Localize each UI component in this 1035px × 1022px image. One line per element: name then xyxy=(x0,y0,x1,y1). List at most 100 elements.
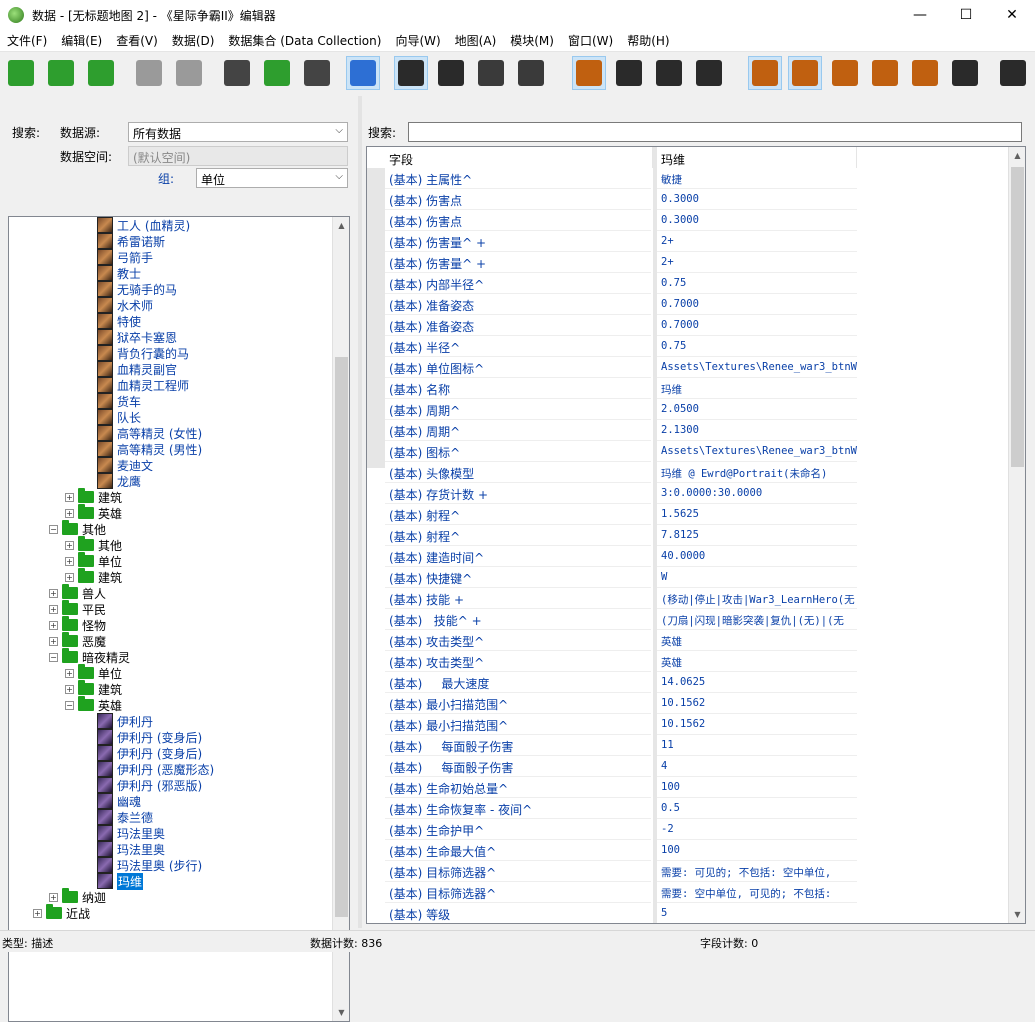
field-value-cell[interactable]: W xyxy=(657,567,857,588)
wizard-button[interactable] xyxy=(346,56,380,90)
tree-item[interactable]: 背负行囊的马 xyxy=(97,345,189,361)
field-value-cell[interactable]: 7.8125 xyxy=(657,525,857,546)
paste-button[interactable] xyxy=(300,56,334,90)
expand-icon[interactable]: + xyxy=(65,668,74,678)
column-header-value[interactable]: 玛维 xyxy=(657,147,857,168)
menu-item[interactable]: 向导(W) xyxy=(388,32,447,49)
expand-icon[interactable]: + xyxy=(49,892,58,902)
raw-data-button[interactable] xyxy=(692,56,726,90)
field-value-cell[interactable]: 0.7000 xyxy=(657,294,857,315)
menu-item[interactable]: 数据集合 (Data Collection) xyxy=(221,32,388,49)
tree-item[interactable]: + 英雄 xyxy=(65,504,122,521)
field-value-cell[interactable]: 需要: 空中单位, 可见的; 不包括: xyxy=(657,882,857,903)
save-button[interactable] xyxy=(84,56,118,90)
field-value-cell[interactable]: 0.3000 xyxy=(657,210,857,231)
field-value-cell[interactable]: 3:0.0000:30.0000 xyxy=(657,483,857,504)
data-tree[interactable]: ▲ ▼ 工人 (血精灵) 希雷诺斯 弓箭手 教士 无骑手的马 水术师 特使 狱卒卡塞恩 背负行囊… xyxy=(8,216,350,1022)
table-row[interactable]: (基本) 每面骰子伤害 4 xyxy=(367,756,1025,777)
menu-item[interactable]: 帮助(H) xyxy=(620,32,676,49)
field-value-cell[interactable]: 2.0500 xyxy=(657,399,857,420)
table-view-button[interactable] xyxy=(394,56,428,90)
field-value-cell[interactable]: 敏捷 xyxy=(657,168,857,189)
tree-item[interactable]: 工人 (血精灵) xyxy=(97,217,190,233)
search-input[interactable] xyxy=(408,122,1022,142)
table-row[interactable]: (基本) 最大速度 14.0625 xyxy=(367,672,1025,693)
field-value-cell[interactable]: (移动|停止|攻击|War3_LearnHero(无 xyxy=(657,588,857,609)
tree-item[interactable]: 血精灵工程师 xyxy=(97,377,189,393)
tree-item[interactable]: 伊利丹 (恶魔形态) xyxy=(97,761,214,777)
grid-button[interactable] xyxy=(788,56,822,90)
tree-item[interactable]: − 英雄 xyxy=(65,696,122,713)
field-value-cell[interactable]: 100 xyxy=(657,777,857,798)
field-value-cell[interactable]: 玛维 @ Ewrd@Portrait(未命名) xyxy=(657,462,857,483)
scroll-down-icon[interactable]: ▼ xyxy=(1009,906,1025,923)
field-value-cell[interactable]: -2 xyxy=(657,819,857,840)
field-value-cell[interactable]: 0.5 xyxy=(657,798,857,819)
field-value-cell[interactable]: 0.75 xyxy=(657,273,857,294)
field-value-cell[interactable]: 2+ xyxy=(657,231,857,252)
collapse-icon[interactable]: − xyxy=(49,652,58,662)
minimize-button[interactable]: — xyxy=(897,0,943,30)
xml-editor-button[interactable] xyxy=(948,56,982,90)
new-button[interactable] xyxy=(4,56,38,90)
expand-icon[interactable]: + xyxy=(49,620,58,630)
xml-button[interactable] xyxy=(652,56,686,90)
field-value-cell[interactable]: (刀扇|闪现|暗影突袭|复仇|(无)|(无 xyxy=(657,609,857,630)
field-value-cell[interactable]: 2.1300 xyxy=(657,420,857,441)
tree-item[interactable]: 伊利丹 (变身后) xyxy=(97,745,202,761)
table-row[interactable]: (基本) 半径^ 0.75 xyxy=(367,336,1025,357)
table-row[interactable]: (基本) 等级 5 xyxy=(367,903,1025,923)
tree-item[interactable]: 货车 xyxy=(97,393,141,409)
tree-item[interactable]: 弓箭手 xyxy=(97,249,153,265)
table-row[interactable]: (基本) 周期^ 2.0500 xyxy=(367,399,1025,420)
field-value-cell[interactable]: 2+ xyxy=(657,252,857,273)
table-row[interactable]: (基本) 攻击类型^ 英雄 xyxy=(367,630,1025,651)
expand-icon[interactable]: + xyxy=(65,492,74,502)
scroll-up-icon[interactable]: ▲ xyxy=(1009,147,1025,164)
undo-button[interactable] xyxy=(132,56,166,90)
expand-icon[interactable]: + xyxy=(65,684,74,694)
table-row[interactable]: (基本) 准备姿态 0.7000 xyxy=(367,315,1025,336)
book-button[interactable] xyxy=(748,56,782,90)
tree-item[interactable]: 玛法里奥 xyxy=(97,825,165,841)
table-row[interactable]: (基本) 最小扫描范围^ 10.1562 xyxy=(367,693,1025,714)
table-row[interactable]: (基本) 目标筛选器^ 需要: 空中单位, 可见的; 不包括: xyxy=(367,882,1025,903)
table-row[interactable]: (基本) 生命护甲^ -2 xyxy=(367,819,1025,840)
table-row[interactable]: (基本) 存货计数 + 3:0.0000:30.0000 xyxy=(367,483,1025,504)
menu-item[interactable]: 模块(M) xyxy=(503,32,561,49)
tree-item[interactable]: + 平民 xyxy=(49,600,106,617)
tree-item[interactable]: 泰兰德 xyxy=(97,809,153,825)
crystal-button[interactable] xyxy=(474,56,508,90)
tree-item[interactable]: 血精灵副官 xyxy=(97,361,177,377)
field-value-cell[interactable]: 0.7000 xyxy=(657,315,857,336)
tree-item[interactable]: 狱卒卡塞恩 xyxy=(97,329,177,345)
field-value-cell[interactable]: 10.1562 xyxy=(657,693,857,714)
tree-item[interactable]: 玛法里奥 (步行) xyxy=(97,857,202,873)
tree-item[interactable]: 龙鹰 xyxy=(97,473,141,489)
field-value-cell[interactable]: 0.3000 xyxy=(657,189,857,210)
tree-item[interactable]: + 其他 xyxy=(65,536,122,553)
tree-item[interactable]: 水术师 xyxy=(97,297,153,313)
table-row[interactable]: (基本) 伤害点 0.3000 xyxy=(367,189,1025,210)
tree-item[interactable]: + 纳迦 xyxy=(49,888,106,905)
tree-item[interactable]: − 其他 xyxy=(49,520,106,537)
tree-item[interactable]: 玛维 xyxy=(97,872,144,890)
tree-item[interactable]: − 暗夜精灵 xyxy=(49,648,130,665)
tree-item[interactable]: 特使 xyxy=(97,313,141,329)
table-row[interactable]: (基本) 名称 玛维 xyxy=(367,378,1025,399)
field-value-cell[interactable]: 0.75 xyxy=(657,336,857,357)
table-row[interactable]: (基本) 生命初始总量^ 100 xyxy=(367,777,1025,798)
field-value-cell[interactable]: 10.1562 xyxy=(657,714,857,735)
table-row[interactable]: (基本) 伤害量^ + 2+ xyxy=(367,231,1025,252)
table-row[interactable]: (基本) 每面骰子伤害 11 xyxy=(367,735,1025,756)
field-value-cell[interactable]: 1.5625 xyxy=(657,504,857,525)
redo-button[interactable] xyxy=(172,56,206,90)
maximize-button[interactable]: ☐ xyxy=(943,0,989,30)
field-value-cell[interactable]: Assets\Textures\Renee_war3_btnWa xyxy=(657,441,857,462)
list-orange-button[interactable] xyxy=(572,56,606,90)
tree-scroll-thumb[interactable] xyxy=(335,357,348,917)
source-dropdown[interactable]: 所有数据 ⌵ xyxy=(128,122,348,142)
tree-item[interactable]: 伊利丹 (变身后) xyxy=(97,729,202,745)
expand-icon[interactable]: + xyxy=(65,540,74,550)
group-dropdown[interactable]: 单位 ⌵ xyxy=(196,168,348,188)
